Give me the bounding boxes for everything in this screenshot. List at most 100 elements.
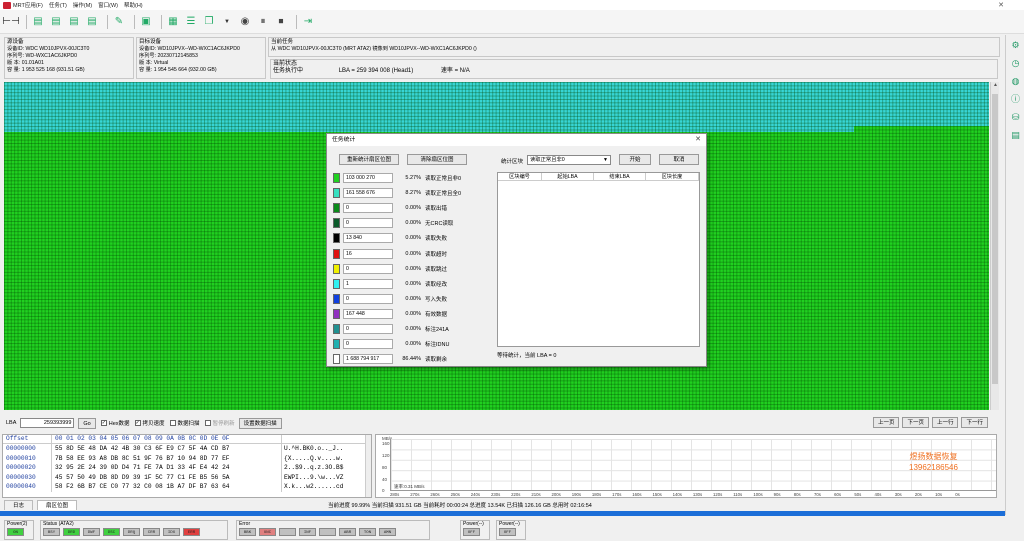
tab-log[interactable]: 日志	[4, 500, 34, 510]
menu-operation[interactable]: 操作(M)	[73, 1, 92, 9]
stat-row: 13 840 0.00% 读取失败	[333, 232, 447, 244]
rebuild-sector-map-button[interactable]: 重新统计扇区位图	[339, 154, 399, 165]
copy-speed-checkbox[interactable]: ✓ 拷贝速度	[134, 419, 165, 427]
stat-percent: 0.00%	[405, 265, 421, 272]
target-version: 版 本: Virtual	[139, 60, 169, 66]
progress-bar	[0, 511, 1005, 516]
data-scan-checkbox[interactable]: 数据扫描	[169, 419, 200, 427]
stat-label: 标注IDNU	[425, 342, 450, 349]
x-tick-label: 30s	[894, 492, 902, 497]
status-led: TON	[359, 528, 376, 536]
stat-color-swatch[interactable]	[333, 263, 340, 274]
checkbox-box	[204, 420, 211, 426]
stat-color-swatch[interactable]	[333, 308, 340, 319]
sector-map-scrollbar[interactable]: ▲	[990, 82, 999, 410]
disk4-icon[interactable]: ▤	[85, 15, 99, 29]
col-end-lba: 结束LBA	[594, 173, 646, 180]
go-button[interactable]: Go	[78, 417, 96, 429]
report-icon[interactable]: ▤	[1010, 130, 1021, 141]
globe-icon[interactable]: ◍	[1010, 76, 1021, 87]
tab-sector-map[interactable]: 扇区位图	[37, 500, 78, 510]
stat-color-swatch[interactable]	[333, 188, 340, 199]
next-page-button[interactable]: 下一页	[902, 417, 929, 428]
hex-bytes: 45 57 50 49 DB 8D D9 39 1F 5C 77 C1 FE B…	[51, 472, 281, 483]
pause-refresh-checkbox[interactable]: 暂停刷新	[204, 419, 235, 427]
info-icon[interactable]: ⓘ	[1010, 94, 1021, 105]
edit-icon[interactable]: ✎	[112, 15, 126, 29]
status-executing: 任务执行中	[273, 68, 304, 74]
menu-app[interactable]: MRT应用(F)	[13, 1, 43, 9]
stat-count: 1	[343, 278, 393, 289]
sector-icon[interactable]: ▦	[166, 15, 180, 29]
disk2-icon[interactable]: ▤	[49, 15, 63, 29]
status-group: Status (ATA2) BSY DRD DWF DSC DRQ CRR IDX ERR	[40, 520, 228, 540]
device-info-panel: 源设备 设备ID: WDC WD10JPVX-00JC3T0 序列号: WD-W…	[0, 35, 1005, 81]
save-icon[interactable]: ▣	[139, 15, 153, 29]
dialog-status-text: 等待统计，当前 LBA = 0	[497, 353, 557, 359]
hex-bytes: 32 95 2E 24 39 0D D4 71 FE 7A D1 33 4F E…	[51, 463, 281, 473]
menu-help[interactable]: 帮助(H)	[124, 1, 143, 9]
stat-label: 标注241A	[425, 327, 449, 333]
block-select[interactable]: 读取正常且非0 ▼	[527, 155, 611, 165]
x-tick-label: 180s	[591, 492, 602, 497]
current-task-box: 当前任务 从 WDC WD10JPVX-00JC3T0 (MRT ATA2) 镜…	[268, 37, 1000, 57]
settings-icon[interactable]: ⚙	[1010, 40, 1021, 51]
stat-row: 0 0.00% 标注IDNU	[333, 338, 449, 350]
disk-tool-icon[interactable]: ⛁	[1010, 112, 1021, 123]
disk3-icon[interactable]: ▤	[67, 15, 81, 29]
stop-icon[interactable]: ⏹	[274, 15, 288, 29]
target-serial: 序列号: 20230712145853	[139, 53, 198, 59]
menu-window[interactable]: 窗口(W)	[98, 1, 118, 9]
stat-color-swatch[interactable]	[333, 339, 340, 350]
hex-view[interactable]: Offset 00 01 02 03 04 05 06 07 08 09 0A …	[2, 434, 372, 498]
hex-bytes: 55 8D 5E 48 DA 42 4B 30 C3 6F E9 C7 5F 4…	[51, 444, 281, 454]
menu-task[interactable]: 任务(T)	[49, 1, 67, 9]
pause-icon[interactable]: ⏸	[256, 15, 270, 29]
stat-color-swatch[interactable]	[333, 173, 340, 183]
prev-page-button[interactable]: 上一页	[872, 417, 900, 428]
hex-data-checkbox[interactable]: ✓ Hex数据	[100, 419, 130, 427]
cancel-button[interactable]: 取消	[659, 154, 699, 165]
lba-input[interactable]: 259393999	[20, 418, 75, 428]
copy-tool-icon[interactable]: ⊢⊣	[2, 15, 19, 29]
scroll-thumb[interactable]	[992, 94, 998, 384]
disk-icon[interactable]: ▤	[31, 15, 45, 29]
status-led: UNC	[259, 528, 276, 536]
stat-label: 读取正常且全0	[425, 191, 462, 198]
status-led: ABR	[339, 528, 356, 536]
stat-color-swatch[interactable]	[333, 324, 340, 334]
dialog-close-icon[interactable]: ✕	[695, 134, 701, 146]
list-icon[interactable]: ☰	[184, 15, 198, 29]
window-close-button[interactable]: ✕	[998, 1, 1004, 9]
hex-scrollbar[interactable]	[365, 435, 371, 497]
next-row-button[interactable]: 下一行	[961, 417, 988, 428]
x-tick-label: 10s	[935, 492, 942, 497]
dropdown-icon[interactable]: ▼	[220, 15, 234, 29]
stat-color-swatch[interactable]	[333, 248, 340, 259]
play-icon[interactable]: ◉	[238, 15, 252, 29]
timer-icon[interactable]: ◷	[1010, 58, 1021, 69]
stat-color-swatch[interactable]	[333, 354, 340, 365]
dialog-title: 任务统计	[332, 137, 356, 143]
task-header: 当前任务	[271, 39, 294, 45]
scroll-up-icon[interactable]: ▲	[991, 82, 1000, 90]
stat-color-swatch[interactable]	[333, 293, 340, 304]
stat-color-swatch[interactable]	[333, 218, 340, 229]
clear-sector-map-button[interactable]: 清除扇区位图	[407, 154, 467, 165]
set-data-scan-button[interactable]: 设置数据扫描	[238, 417, 282, 429]
prev-row-button[interactable]: 上一行	[931, 417, 959, 428]
start-button[interactable]: 开始	[619, 154, 651, 165]
stat-color-swatch[interactable]	[333, 203, 340, 214]
stat-color-swatch[interactable]	[333, 278, 340, 289]
copy-icon[interactable]: ❐	[202, 15, 216, 29]
stat-color-swatch[interactable]	[333, 233, 340, 244]
y-tick-label: 80	[382, 465, 388, 470]
exit-icon[interactable]: ⇥	[301, 15, 315, 29]
speed-chart-grid	[390, 439, 996, 491]
stat-label: 写入失败	[425, 296, 448, 303]
hex-ascii: 2..$9..q.z.3O.B$	[281, 463, 361, 473]
y-tick-label: 160	[382, 441, 390, 446]
block-table[interactable]: 区块编号 起始LBA 结束LBA 区块长度	[497, 172, 700, 347]
lba-label: LBA	[6, 420, 17, 426]
hex-offset: 00000020	[6, 464, 36, 472]
